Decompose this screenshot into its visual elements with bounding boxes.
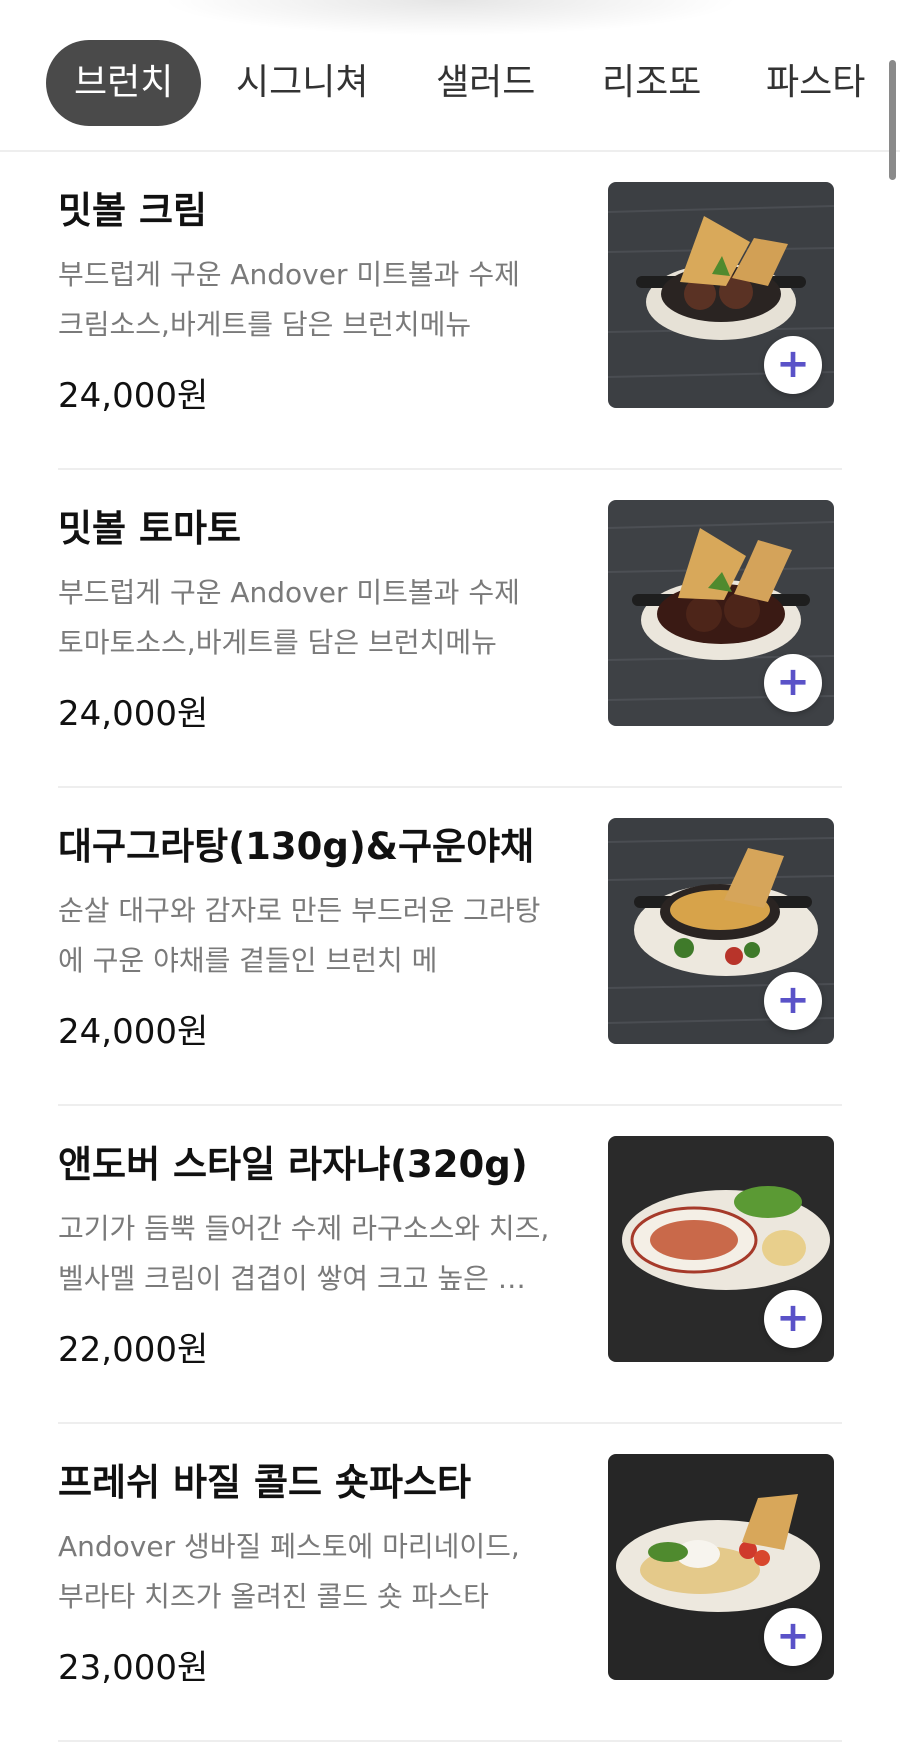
menu-item[interactable]: 대구그라탕(130g)&구운야채 순살 대구와 감자로 만든 부드러운 그라탕 … [58, 788, 842, 1106]
menu-item-price: 22,000원 [58, 1330, 209, 1370]
menu-item-desc-line: 토마토소스,바게트를 담은 브런치메뉴 [58, 626, 497, 659]
menu-item-name: 대구그라탕(130g)&구운야채 [58, 825, 535, 868]
menu-item-name: 밋볼 크림 [58, 189, 208, 232]
menu-item-description: 순살 대구와 감자로 만든 부드러운 그라탕 에 구운 야채를 곁들인 브런치 … [58, 886, 598, 986]
menu-item-name: 프레쉬 바질 콜드 숏파스타 [58, 1461, 472, 1504]
menu-item-description: 부드럽게 구운 Andover 미트볼과 수제 크림소스,바게트를 담은 브런치… [58, 250, 598, 350]
add-to-cart-button[interactable]: + [764, 972, 822, 1030]
menu-item-desc-line: 크림소스,바게트를 담은 브런치메뉴 [58, 308, 472, 341]
tab-salad[interactable]: 샐러드 [436, 40, 535, 126]
menu-item-name: 앤도버 스타일 라자냐(320g) [58, 1143, 528, 1186]
menu-item-price: 23,000원 [58, 1648, 209, 1688]
menu-item-description: Andover 생바질 페스토에 마리네이드, 부라타 치즈가 올려진 콜드 숏… [58, 1522, 598, 1622]
menu-item-desc-line: 순살 대구와 감자로 만든 부드러운 그라탕 [58, 894, 541, 927]
menu-list: 밋볼 크림 부드럽게 구운 Andover 미트볼과 수제 크림소스,바게트를 … [0, 152, 900, 1742]
menu-item-description: 부드럽게 구운 Andover 미트볼과 수제 토마토소스,바게트를 담은 브런… [58, 568, 598, 668]
menu-item-price: 24,000원 [58, 376, 209, 416]
add-to-cart-button[interactable]: + [764, 336, 822, 394]
tab-brunch[interactable]: 브런치 [46, 40, 202, 126]
menu-item-desc-line: 부라타 치즈가 올려진 콜드 숏 파스타 [58, 1580, 489, 1613]
menu-item-desc-line: 부드럽게 구운 Andover 미트볼과 수제 [58, 258, 520, 291]
menu-item[interactable]: 앤도버 스타일 라자냐(320g) 고기가 듬뿍 들어간 수제 라구소스와 치즈… [58, 1106, 842, 1424]
add-to-cart-button[interactable]: + [764, 1290, 822, 1348]
menu-item[interactable]: 밋볼 토마토 부드럽게 구운 Andover 미트볼과 수제 토마토소스,바게트… [58, 470, 842, 788]
menu-item-desc-line: 고기가 듬뿍 들어간 수제 라구소스와 치즈, [58, 1212, 550, 1245]
menu-item-price: 24,000원 [58, 694, 209, 734]
menu-item-name: 밋볼 토마토 [58, 507, 242, 550]
menu-item[interactable]: 프레쉬 바질 콜드 숏파스타 Andover 생바질 페스토에 마리네이드, 부… [58, 1424, 842, 1742]
menu-item-description: 고기가 듬뿍 들어간 수제 라구소스와 치즈, 벨사멜 크림이 겹겹이 쌓여 크… [58, 1204, 598, 1304]
menu-item-desc-line: 벨사멜 크림이 겹겹이 쌓여 크고 높은 … [58, 1262, 526, 1295]
add-to-cart-button[interactable]: + [764, 654, 822, 712]
menu-item-desc-line: 부드럽게 구운 Andover 미트볼과 수제 [58, 576, 520, 609]
menu-item[interactable]: 밋볼 크림 부드럽게 구운 Andover 미트볼과 수제 크림소스,바게트를 … [58, 152, 842, 470]
add-to-cart-button[interactable]: + [764, 1608, 822, 1666]
tab-risotto[interactable]: 리조또 [602, 40, 701, 126]
tab-signature[interactable]: 시그니쳐 [236, 40, 368, 126]
menu-item-desc-line: 에 구운 야채를 곁들인 브런치 메 [58, 944, 438, 977]
menu-item-desc-line: Andover 생바질 페스토에 마리네이드, [58, 1530, 520, 1563]
tab-pasta[interactable]: 파스타 [766, 40, 865, 126]
menu-item-price: 24,000원 [58, 1012, 209, 1052]
category-tabs: 브런치 시그니쳐 샐러드 리조또 파스타 [0, 0, 900, 152]
